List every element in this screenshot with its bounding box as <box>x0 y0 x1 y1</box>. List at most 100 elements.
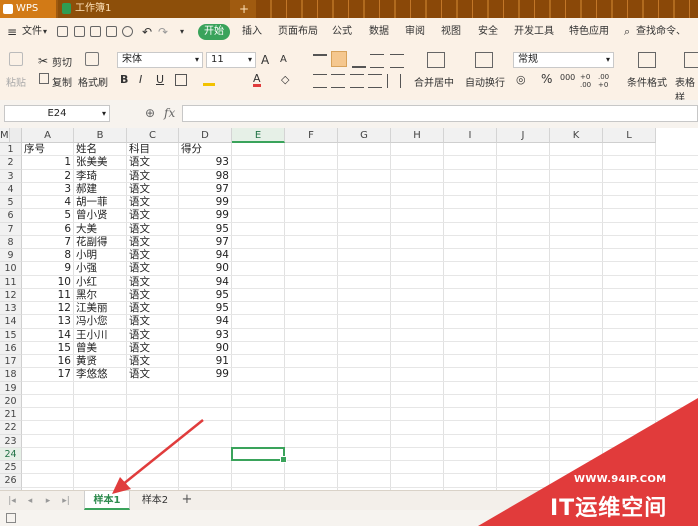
column-header-d[interactable]: D <box>179 128 232 143</box>
column-header-g[interactable]: G <box>338 128 391 143</box>
cell-name[interactable]: 黑尔 <box>76 289 124 302</box>
cell-id[interactable]: 12 <box>24 302 71 315</box>
cell-score[interactable]: 98 <box>181 170 229 183</box>
cell-score[interactable]: 95 <box>181 223 229 236</box>
fx-button[interactable]: fx <box>164 106 175 120</box>
row-header[interactable]: 23 <box>0 434 22 448</box>
align-bottom-icon[interactable] <box>352 54 366 68</box>
row-header[interactable]: 9 <box>0 249 22 263</box>
column-header-l[interactable]: L <box>603 128 656 143</box>
cell-name[interactable]: 李悠悠 <box>76 368 124 381</box>
thousands-button[interactable]: 000 <box>560 73 575 82</box>
conditional-format-icon[interactable] <box>638 52 656 68</box>
number-format-select[interactable]: 常规 ▾ <box>513 52 614 68</box>
row-header[interactable]: 22 <box>0 421 22 435</box>
print-preview-icon[interactable] <box>122 26 133 37</box>
row-header[interactable]: 21 <box>0 408 22 422</box>
cell-id[interactable]: 8 <box>24 249 71 262</box>
paste-button[interactable]: 粘贴 <box>6 74 26 89</box>
quick-access-dropdown-icon[interactable]: ▾ <box>180 18 184 46</box>
cell-subject[interactable]: 语文 <box>129 289 176 302</box>
menu-formulas[interactable]: 公式 <box>332 18 352 46</box>
distributed-icon[interactable] <box>387 74 401 88</box>
cell-score[interactable]: 90 <box>181 342 229 355</box>
cell-subject[interactable]: 语文 <box>129 183 176 196</box>
row-header[interactable]: 1 <box>0 143 22 157</box>
sheet-tab-active[interactable]: 样本1 <box>84 491 130 510</box>
cell-score[interactable]: 99 <box>181 209 229 222</box>
cell-name[interactable]: 李琦 <box>76 170 124 183</box>
row-header[interactable]: 11 <box>0 275 22 289</box>
cell-subject[interactable]: 语文 <box>129 355 176 368</box>
eraser-icon[interactable]: ◇ <box>281 73 289 86</box>
undo-icon[interactable]: ↶ <box>142 18 152 46</box>
row-header[interactable]: 2 <box>0 156 22 170</box>
cell-score[interactable]: 93 <box>181 156 229 169</box>
command-search[interactable]: 查找命令、搜... <box>636 18 698 65</box>
cell-id[interactable]: 6 <box>24 223 71 236</box>
prev-sheet-icon[interactable]: ◂ <box>24 494 36 508</box>
cell-score[interactable]: 94 <box>181 249 229 262</box>
cell-subject[interactable]: 语文 <box>129 276 176 289</box>
cell-score[interactable]: 97 <box>181 183 229 196</box>
hamburger-icon[interactable]: ≡ <box>7 18 17 46</box>
cell-id[interactable]: 16 <box>24 355 71 368</box>
column-header-i[interactable]: I <box>444 128 497 143</box>
cell-id[interactable]: 13 <box>24 315 71 328</box>
menu-developer[interactable]: 开发工具 <box>514 18 554 46</box>
cell-id[interactable]: 7 <box>24 236 71 249</box>
decrease-decimal-button[interactable]: .00 +0 <box>598 73 614 89</box>
menu-security[interactable]: 安全 <box>478 18 498 46</box>
merge-center-icon[interactable] <box>427 52 445 68</box>
row-header[interactable]: 8 <box>0 235 22 249</box>
row-header[interactable]: 13 <box>0 302 22 316</box>
cell-score[interactable]: 91 <box>181 355 229 368</box>
row-header[interactable]: 16 <box>0 341 22 355</box>
row-header[interactable]: 6 <box>0 209 22 223</box>
header-cell-name[interactable]: 姓名 <box>76 143 124 156</box>
menu-start[interactable]: 开始 <box>198 24 230 40</box>
align-center-icon[interactable] <box>331 74 345 88</box>
active-cell-selection[interactable] <box>231 446 287 463</box>
align-right-icon[interactable] <box>350 74 364 88</box>
cell-id[interactable]: 2 <box>24 170 71 183</box>
cell-id[interactable]: 4 <box>24 196 71 209</box>
menu-data[interactable]: 数据 <box>369 18 389 46</box>
underline-button[interactable]: U <box>156 73 164 86</box>
menu-review[interactable]: 审阅 <box>405 18 425 46</box>
header-cell-id[interactable]: 序号 <box>24 143 71 156</box>
format-painter-icon[interactable] <box>85 52 99 66</box>
justify-icon[interactable] <box>368 74 382 88</box>
align-middle-icon[interactable] <box>331 51 347 67</box>
cell-score[interactable]: 95 <box>181 289 229 302</box>
cell-id[interactable]: 15 <box>24 342 71 355</box>
row-header[interactable]: 17 <box>0 355 22 369</box>
cell-id[interactable]: 17 <box>24 368 71 381</box>
merge-center-button[interactable]: 合并居中 <box>414 74 454 89</box>
formula-input[interactable] <box>182 105 698 122</box>
row-header[interactable]: 10 <box>0 262 22 276</box>
sheet-tab-2[interactable]: 样本2 <box>133 491 177 510</box>
column-header-e[interactable]: E <box>232 128 285 143</box>
menu-view[interactable]: 视图 <box>441 18 461 46</box>
percent-button[interactable]: % <box>541 72 552 86</box>
increase-decimal-button[interactable]: +0 .00 <box>580 73 596 89</box>
open-icon[interactable] <box>57 26 68 37</box>
cell-score[interactable]: 97 <box>181 236 229 249</box>
zoom-icon[interactable]: ⊕ <box>145 106 155 120</box>
table-format-icon[interactable] <box>684 52 698 68</box>
font-name-select[interactable]: 宋体 ▾ <box>117 52 203 68</box>
cell-name[interactable]: 小红 <box>76 276 124 289</box>
cell-subject[interactable]: 语文 <box>129 170 176 183</box>
wrap-text-button[interactable]: 自动换行 <box>465 74 505 89</box>
row-header[interactable]: 3 <box>0 169 22 183</box>
cell-name[interactable]: 黄贤 <box>76 355 124 368</box>
cell-name[interactable]: 胡一菲 <box>76 196 124 209</box>
cell-name[interactable]: 江美丽 <box>76 302 124 315</box>
cell-subject[interactable]: 语文 <box>129 209 176 222</box>
menu-special[interactable]: 特色应用 <box>569 18 609 46</box>
cell-subject[interactable]: 语文 <box>129 342 176 355</box>
cell-name[interactable]: 冯小您 <box>76 315 124 328</box>
row-header[interactable]: 5 <box>0 196 22 210</box>
row-header[interactable]: 24 <box>0 447 22 461</box>
